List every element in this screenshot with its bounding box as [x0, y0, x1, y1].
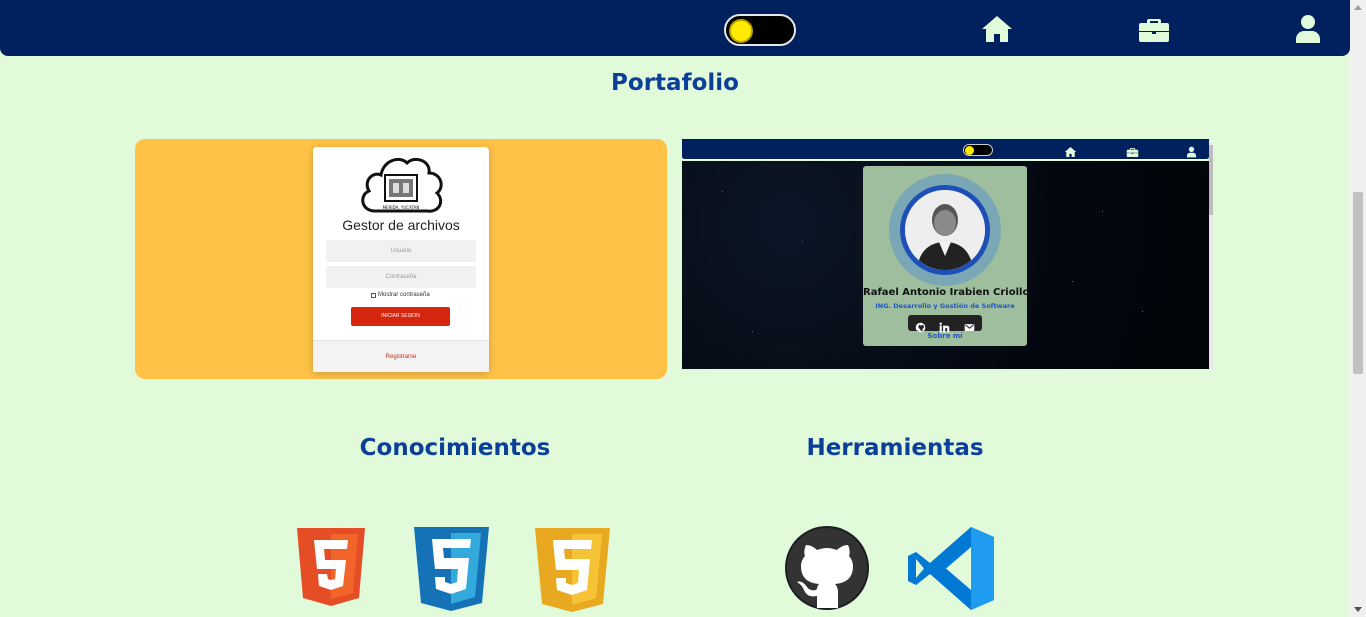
login-button: INICIAR SESION [351, 307, 450, 326]
sun-icon [729, 19, 753, 43]
scroll-thumb[interactable] [1353, 192, 1363, 374]
svg-text:MERIDA, YUCATAN: MERIDA, YUCATAN [383, 205, 420, 210]
profile-card: Rafael Antonio Irabien Criollo ING. Desa… [863, 166, 1030, 346]
social-links [908, 315, 982, 332]
show-password-label: Mostrar contraseña [378, 292, 430, 298]
cloud-logo-icon: MERIDA, YUCATAN [355, 153, 447, 217]
linkedin-icon [939, 318, 950, 332]
preview-scrollbar [1209, 143, 1213, 369]
project-card-file-manager[interactable]: MERIDA, YUCATAN Gestor de archivos Usuar… [135, 139, 667, 379]
home-icon[interactable] [980, 14, 1014, 44]
preview-theme-toggle [963, 144, 993, 156]
preview-user-icon [1185, 143, 1198, 158]
password-field: Contraseña [326, 266, 476, 288]
github-icon [785, 526, 869, 610]
preview-briefcase-icon [1126, 143, 1139, 157]
page-scrollbar[interactable] [1350, 0, 1366, 617]
profile-name: Rafael Antonio Irabien Criollo [863, 287, 1030, 298]
login-title: Gestor de archivos [342, 217, 460, 233]
avatar [889, 174, 1001, 286]
login-preview: MERIDA, YUCATAN Gestor de archivos Usuar… [313, 147, 489, 372]
scroll-down-icon[interactable] [1354, 607, 1362, 612]
theme-toggle[interactable] [724, 14, 796, 46]
vscode-icon [906, 525, 996, 612]
navbar [0, 0, 1350, 56]
css3-icon [414, 527, 489, 611]
profile-role: ING. Desarrollo y Gestión de Software [875, 302, 1015, 310]
show-password-checkbox: Mostrar contraseña [371, 292, 430, 298]
tools-title: Herramientas [806, 435, 984, 461]
briefcase-icon[interactable] [1137, 14, 1171, 44]
user-icon[interactable] [1291, 14, 1325, 44]
preview-home-icon [1064, 143, 1077, 157]
javascript-icon [535, 528, 610, 612]
knowledge-title: Conocimientos [359, 435, 551, 461]
preview-navbar [682, 139, 1209, 160]
scroll-up-icon[interactable] [1354, 5, 1362, 10]
project-card-portfolio[interactable]: Rafael Antonio Irabien Criollo ING. Desa… [682, 139, 1213, 376]
mail-icon [964, 318, 975, 331]
github-icon [915, 318, 926, 332]
portfolio-title: Portafolio [611, 70, 739, 96]
register-link: Registrarse [313, 340, 489, 372]
html5-icon [297, 528, 365, 606]
about-link: Sobre mí [927, 332, 963, 340]
username-field: Usuario [326, 240, 476, 262]
checkbox-icon [371, 292, 376, 298]
